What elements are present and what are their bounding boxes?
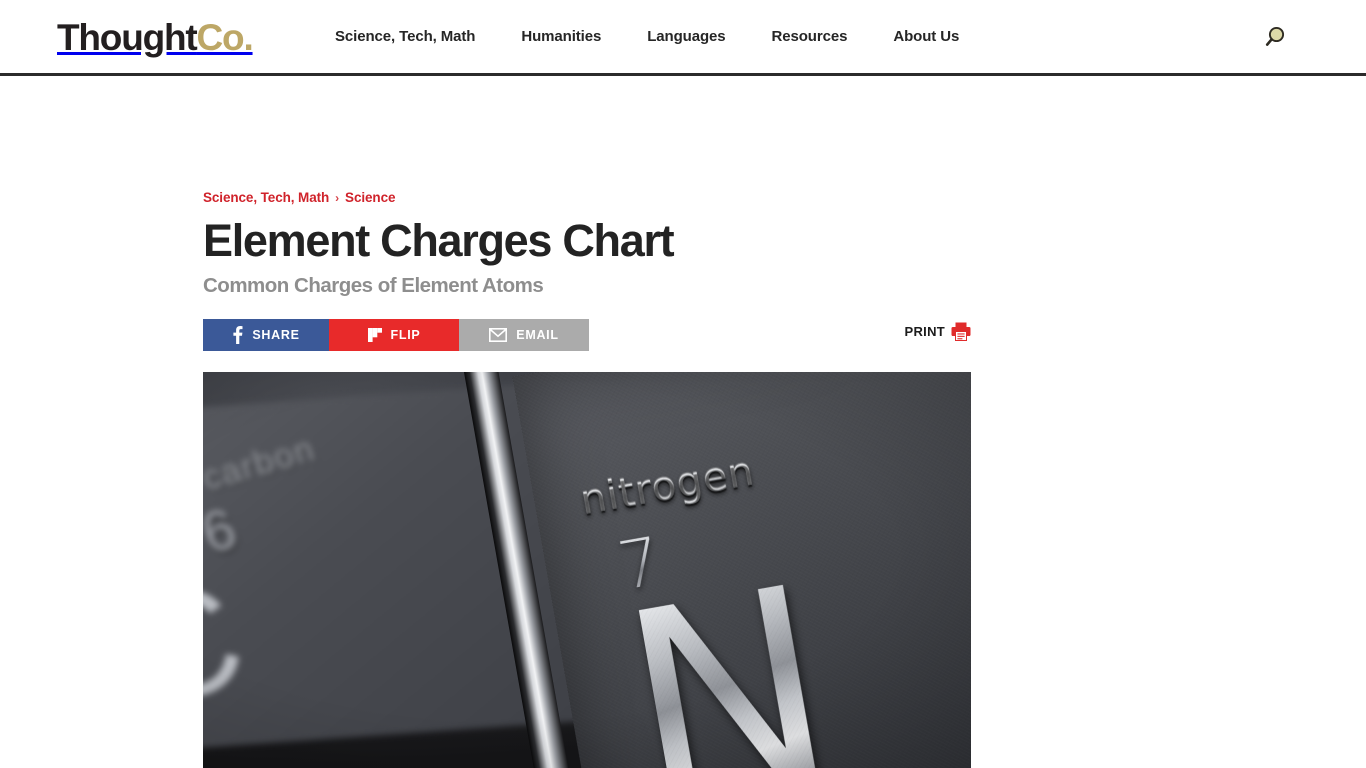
share-row: SHARE FLIP EMAIL PRINT — [203, 319, 971, 351]
share-button-group: SHARE FLIP EMAIL — [203, 319, 971, 351]
share-flipboard-button[interactable]: FLIP — [329, 319, 459, 351]
nav-about-us[interactable]: About Us — [893, 28, 959, 45]
logo-text-co: Co. — [196, 17, 254, 58]
site-header: ThoughtCo. Science, Tech, Math Humanitie… — [0, 0, 1366, 76]
printer-icon — [951, 322, 971, 341]
facebook-icon — [232, 326, 243, 344]
share-email-label: EMAIL — [516, 328, 559, 342]
breadcrumb: Science, Tech, Math › Science — [203, 190, 971, 205]
nav-humanities[interactable]: Humanities — [521, 28, 601, 45]
nitrogen-name-label: nitrogen — [577, 448, 758, 525]
breadcrumb-item-science[interactable]: Science — [345, 190, 395, 205]
carbon-symbol-label: C — [203, 549, 263, 741]
article-page: Science, Tech, Math › Science Element Ch… — [0, 76, 1366, 768]
carbon-name-label: carbon — [203, 429, 321, 499]
periodic-tile-nitrogen: nitrogen 7 N — [512, 372, 971, 768]
nitrogen-symbol-label: N — [604, 529, 853, 768]
share-facebook-button[interactable]: SHARE — [203, 319, 329, 351]
share-facebook-label: SHARE — [252, 328, 300, 342]
main-navigation: Science, Tech, Math Humanities Languages… — [335, 0, 959, 73]
nav-languages[interactable]: Languages — [647, 28, 725, 45]
breadcrumb-item-science-tech-math[interactable]: Science, Tech, Math — [203, 190, 329, 205]
hero-scene: carbon 6 C nitrogen 7 N — [203, 372, 971, 768]
nav-resources[interactable]: Resources — [772, 28, 848, 45]
share-flipboard-label: FLIP — [390, 328, 421, 342]
page-subtitle: Common Charges of Element Atoms — [203, 274, 544, 297]
article-content: Science, Tech, Math › Science Element Ch… — [203, 190, 971, 768]
logo-text-thought: Thought — [57, 17, 198, 58]
chevron-right-icon: › — [335, 190, 340, 205]
print-button[interactable]: PRINT — [905, 322, 972, 341]
flipboard-icon — [367, 328, 382, 342]
envelope-icon — [489, 328, 508, 342]
print-label: PRINT — [904, 324, 945, 339]
search-icon — [1265, 26, 1285, 46]
nav-science-tech-math[interactable]: Science, Tech, Math — [335, 28, 475, 45]
site-logo[interactable]: ThoughtCo. — [57, 17, 254, 59]
search-button[interactable] — [1260, 24, 1288, 52]
hero-image: carbon 6 C nitrogen 7 N — [203, 372, 971, 768]
page-title: Element Charges Chart — [203, 215, 675, 266]
share-email-button[interactable]: EMAIL — [459, 319, 589, 351]
